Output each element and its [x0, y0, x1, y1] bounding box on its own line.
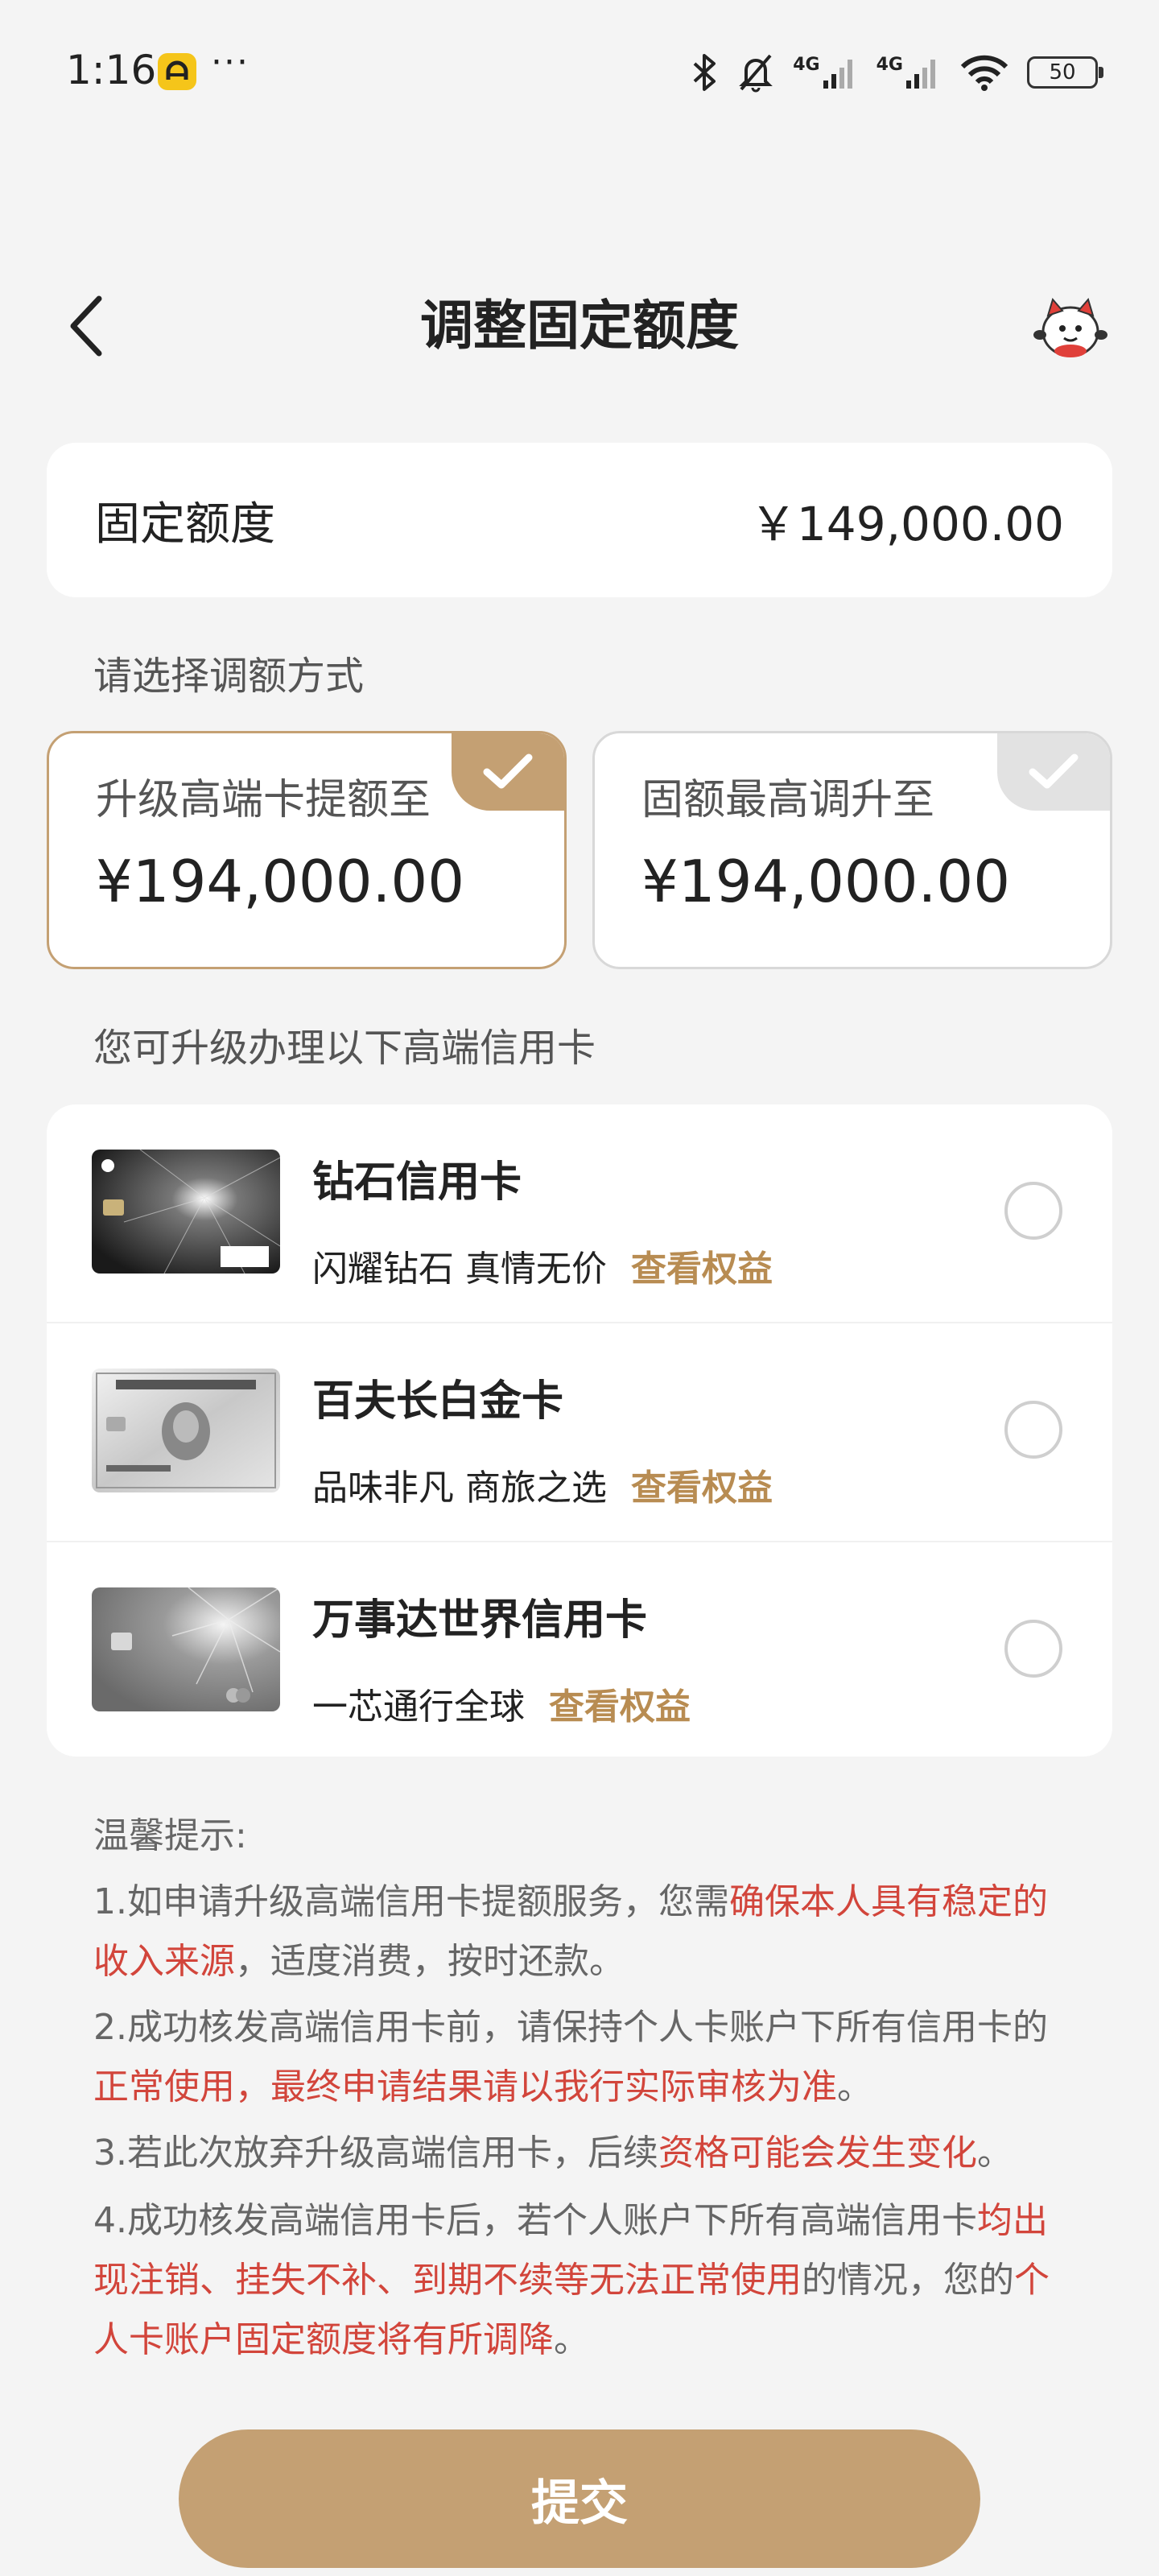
- card-slogan: 一芯通行全球: [312, 1686, 525, 1728]
- battery-icon: 50: [1027, 56, 1103, 89]
- upgrade-cards-label: 您可升级办理以下高端信用卡: [93, 1026, 596, 1071]
- option-upgrade-card[interactable]: 升级高端卡提额至 ¥194,000.00: [47, 731, 567, 969]
- option-amount: ¥194,000.00: [641, 848, 1011, 915]
- card-radio[interactable]: [1004, 1401, 1062, 1459]
- centurion-card-image: [92, 1368, 280, 1492]
- card-item-world-mastercard[interactable]: 万事达世界信用卡 一芯通行全球 查看权益: [47, 1542, 1112, 1760]
- card-name: 万事达世界信用卡: [312, 1596, 648, 1645]
- tip-3: 3.若此次放弃升级高端信用卡，后续资格可能会发生变化。: [93, 2124, 1070, 2183]
- card-item-diamond[interactable]: 钻石信用卡 闪耀钻石 真情无价 查看权益: [47, 1104, 1112, 1322]
- tip-text: 。: [837, 2066, 872, 2107]
- view-benefits-link[interactable]: 查看权益: [631, 1468, 773, 1509]
- wifi-icon: [959, 54, 1009, 91]
- card-name: 钻石信用卡: [312, 1158, 522, 1207]
- tip-text: 2.成功核发高端信用卡前，请保持个人卡账户下所有信用卡的: [93, 2007, 1048, 2048]
- tip-text: 的情况，您的: [802, 2260, 1014, 2301]
- tip-text: 。: [554, 2319, 589, 2360]
- choose-method-label: 请选择调额方式: [93, 654, 365, 699]
- chevron-left-icon: [70, 295, 102, 357]
- option-amount: ¥194,000.00: [96, 848, 465, 915]
- view-benefits-link[interactable]: 查看权益: [631, 1249, 773, 1290]
- tip-text: ，适度消费，按时还款。: [235, 1941, 625, 1982]
- fixed-limit-value: ￥149,000.00: [749, 497, 1064, 551]
- fixed-limit-card: 固定额度 ￥149,000.00: [47, 443, 1112, 597]
- card-desc: 闪耀钻石 真情无价 查看权益: [312, 1240, 773, 1291]
- submit-button[interactable]: 提交: [179, 2429, 980, 2568]
- back-button[interactable]: [58, 290, 114, 362]
- tip-highlight: 正常使用，最终申请结果请以我行实际审核为准: [93, 2066, 837, 2107]
- status-icons: 4G 4G 50: [691, 48, 1103, 97]
- battery-level: 50: [1049, 60, 1076, 85]
- tip-4: 4.成功核发高端信用卡后，若个人账户下所有高端信用卡均出现注销、挂失不补、到期不…: [93, 2191, 1070, 2370]
- check-icon: [452, 733, 564, 811]
- check-icon: [997, 733, 1110, 811]
- mute-bell-icon: [736, 52, 775, 93]
- tip-text: 4.成功核发高端信用卡后，若个人账户下所有高端信用卡: [93, 2200, 977, 2241]
- diamond-card-image: [92, 1150, 280, 1274]
- card-desc: 品味非凡 商旅之选 查看权益: [312, 1459, 773, 1510]
- status-time: 1:16: [66, 47, 157, 93]
- view-benefits-link[interactable]: 查看权益: [549, 1686, 691, 1728]
- option-title: 升级高端卡提额至: [96, 776, 431, 824]
- card-radio[interactable]: [1004, 1620, 1062, 1678]
- option-raise-fixed-limit[interactable]: 固额最高调升至 ¥194,000.00: [592, 731, 1112, 969]
- page-title: 调整固定额度: [420, 295, 739, 357]
- more-notifications-icon: ···: [211, 42, 250, 83]
- tip-text: 1.如申请升级高端信用卡提额服务，您需: [93, 1881, 729, 1922]
- world-mastercard-image: [92, 1587, 280, 1711]
- tip-1: 1.如申请升级高端信用卡提额服务，您需确保本人具有稳定的收入来源，适度消费，按时…: [93, 1872, 1070, 1992]
- card-slogan: 品味非凡 商旅之选: [312, 1468, 607, 1509]
- tip-highlight: 资格可能会发生变化: [658, 2132, 977, 2174]
- tips-title: 温馨提示:: [93, 1815, 247, 1856]
- card-desc: 一芯通行全球 查看权益: [312, 1678, 691, 1729]
- tip-text: 3.若此次放弃升级高端信用卡，后续: [93, 2132, 658, 2174]
- mascot-icon[interactable]: [1032, 291, 1109, 364]
- fixed-limit-label: 固定额度: [95, 497, 275, 551]
- card-list: 钻石信用卡 闪耀钻石 真情无价 查看权益 百夫长白金卡 品味非凡 商旅之选 查看权益: [47, 1104, 1112, 1757]
- card-item-centurion[interactable]: 百夫长白金卡 品味非凡 商旅之选 查看权益: [47, 1323, 1112, 1541]
- status-bar: 1:16 ··· 4G 4G 50: [0, 0, 1159, 153]
- signal-2-icon: 4G: [876, 55, 942, 90]
- signal-1-icon: 4G: [793, 55, 858, 90]
- card-slogan: 闪耀钻石 真情无价: [312, 1249, 607, 1290]
- tip-text: 。: [976, 2132, 1013, 2174]
- card-name: 百夫长白金卡: [312, 1377, 564, 1426]
- app-notification-icon: [158, 53, 196, 90]
- bluetooth-icon: [691, 52, 719, 93]
- option-title: 固额最高调升至: [641, 776, 935, 824]
- tip-2: 2.成功核发高端信用卡前，请保持个人卡账户下所有信用卡的正常使用，最终申请结果请…: [93, 1998, 1070, 2117]
- card-radio[interactable]: [1004, 1182, 1062, 1240]
